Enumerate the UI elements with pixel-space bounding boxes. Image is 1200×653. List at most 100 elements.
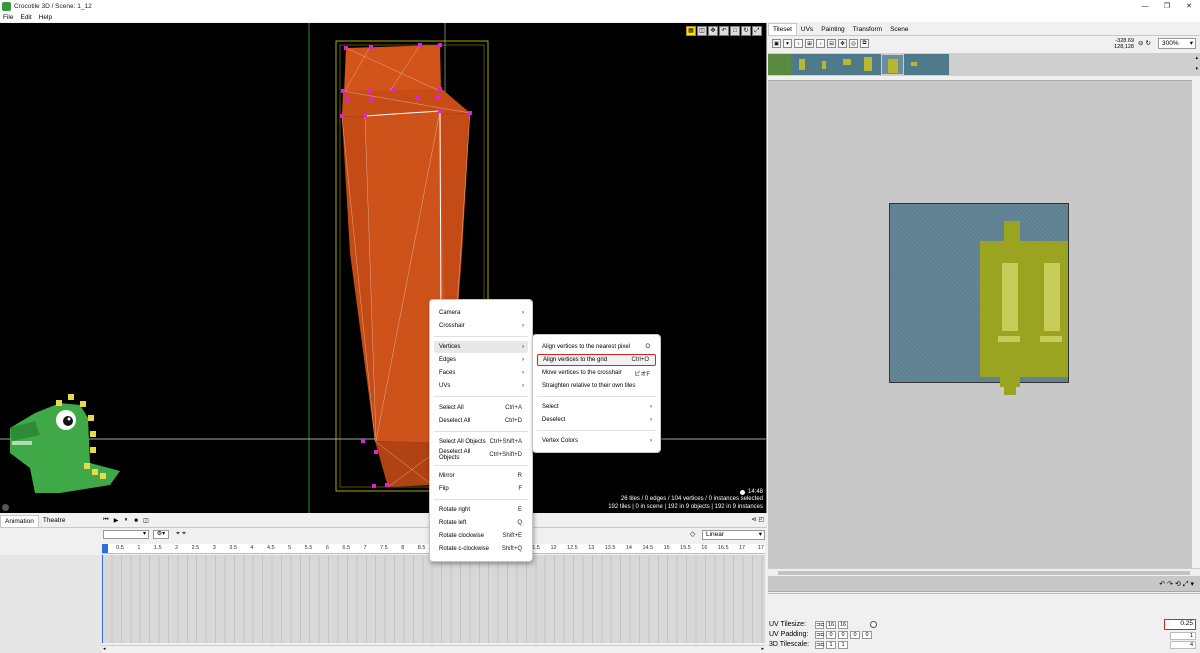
tilescale-y[interactable]: 1	[838, 640, 848, 649]
menu-item-align-nearest-pixel[interactable]: Align vertices to the nearest pixel O	[537, 341, 656, 353]
tile-thumb[interactable]	[791, 54, 814, 75]
fullscreen-icon[interactable]: ⤢	[752, 26, 762, 36]
stop-icon[interactable]: ■	[132, 516, 140, 525]
gear-icon[interactable]: ⚙▾	[153, 530, 169, 539]
scroll-right-icon[interactable]: ▸	[761, 646, 764, 652]
menu-item-uvs[interactable]: UVs ›	[434, 380, 528, 392]
menu-item-flip[interactable]: Flip F	[434, 483, 528, 495]
tileset-thumbnails[interactable]	[768, 54, 949, 75]
link-icon[interactable]: ⊐⊏	[815, 640, 824, 649]
record-icon[interactable]: ⏮	[102, 516, 110, 525]
image-icon[interactable]: ▣	[772, 39, 781, 48]
tab-uvs[interactable]: UVs	[797, 23, 817, 35]
tileset-canvas[interactable]	[768, 80, 1200, 592]
menu-item-vertex-colors[interactable]: Vertex Colors ›	[537, 435, 656, 447]
undo-icon[interactable]: ↶	[719, 26, 729, 36]
menu-item-edges[interactable]: Edges ›	[434, 354, 528, 366]
tab-theatre[interactable]: Theatre	[39, 515, 69, 527]
scroll-left-icon[interactable]: ◂	[103, 646, 106, 652]
tab-painting[interactable]: Painting	[817, 23, 849, 35]
menu-item-crosshair[interactable]: Crosshair ›	[434, 320, 528, 332]
zoom-select[interactable]: 300% ▾	[1158, 38, 1196, 49]
timeline-scrollbar[interactable]: ◂ ▸	[102, 645, 765, 653]
menu-item-camera[interactable]: Camera ›	[434, 307, 528, 319]
tile-thumb[interactable]	[813, 54, 836, 75]
frame-icon[interactable]: ◫	[142, 516, 150, 525]
menu-item-faces[interactable]: Faces ›	[434, 367, 528, 379]
animation-select[interactable]: ▾	[103, 530, 149, 539]
popout-icon[interactable]: ◰	[758, 516, 764, 523]
canvas-hscroll[interactable]	[768, 568, 1200, 576]
strip-scroll-icons[interactable]: ▴ ▾	[1195, 53, 1198, 75]
timeline-grid[interactable]	[102, 555, 765, 643]
menu-edit[interactable]: Edit	[20, 14, 31, 21]
tilescale-x[interactable]: 1	[826, 640, 836, 649]
menu-item-align-to-grid[interactable]: Align vertices to the grid Ctrl+O	[537, 354, 656, 366]
tile-thumb[interactable]	[768, 54, 791, 75]
move-icon[interactable]: ✥	[838, 39, 847, 48]
chevron-down-icon[interactable]: ▾	[783, 39, 792, 48]
grid-icon[interactable]: ⊞	[805, 39, 814, 48]
secondary-input[interactable]: 1	[1170, 632, 1196, 640]
menu-item-vertices[interactable]: Vertices ›	[434, 341, 528, 353]
play-icon[interactable]: ▶	[112, 516, 120, 525]
tile-thumb[interactable]	[858, 54, 881, 75]
uv-tilesize-x[interactable]: 16	[826, 620, 836, 629]
canvas-vscroll[interactable]	[1192, 80, 1200, 568]
menu-item-rotate-right[interactable]: Rotate right E	[434, 504, 528, 516]
uv-padding-1[interactable]: 0	[826, 630, 836, 639]
uv-padding-2[interactable]: 0	[838, 630, 848, 639]
menu-item-select-all-objects[interactable]: Select All Objects Ctrl+Shift+A	[434, 436, 528, 448]
tile-thumb[interactable]	[836, 54, 859, 75]
tile-thumb[interactable]	[904, 54, 927, 75]
minimize-button[interactable]: —	[1134, 0, 1156, 12]
interpolation-select[interactable]: Linear ▾	[702, 530, 765, 540]
tile-thumb[interactable]	[926, 54, 949, 75]
close-button[interactable]: ✕	[1178, 0, 1200, 12]
menu-help[interactable]: Help	[39, 14, 52, 21]
maximize-button[interactable]: ❐	[1156, 0, 1178, 12]
menu-file[interactable]: File	[3, 14, 13, 21]
target-icon[interactable]: ◎	[849, 39, 858, 48]
menu-item-select[interactable]: Select ›	[537, 401, 656, 413]
frame-icon[interactable]: ⊟	[827, 39, 836, 48]
menu-item-select-all[interactable]: Select All Ctrl+A	[434, 402, 528, 414]
box-icon[interactable]: □	[730, 26, 740, 36]
prev-icon[interactable]: ‹	[794, 39, 803, 48]
zoom-icons[interactable]: ⊖↻	[1138, 39, 1153, 47]
uv-padding-3[interactable]: 0	[850, 630, 860, 639]
viewport-corner-handle[interactable]	[2, 504, 9, 511]
menu-item-deselect-all[interactable]: Deselect All Ctrl+D	[434, 415, 528, 427]
canvas-tools[interactable]: ↶↷⟲⤢▾	[1159, 580, 1196, 589]
collapse-icon[interactable]: ⊲	[751, 516, 756, 523]
tileset-strip[interactable]: ▴ ▾	[768, 53, 1200, 76]
tertiary-input[interactable]: 4	[1170, 641, 1196, 649]
camera-icon[interactable]: ◫	[697, 26, 707, 36]
menu-item-rotate-clockwise[interactable]: Rotate clockwise Shift+E	[434, 530, 528, 542]
scale-input[interactable]: ⋮ 0.25	[1164, 619, 1196, 630]
uv-tilesize-radio[interactable]	[870, 621, 877, 628]
move-icon[interactable]: ✥	[708, 26, 718, 36]
menu-item-rotate-left[interactable]: Rotate left Q	[434, 517, 528, 529]
next-icon[interactable]: ›	[816, 39, 825, 48]
menu-item-deselect[interactable]: Deselect ›	[537, 414, 656, 426]
scroll-thumb[interactable]	[778, 571, 1190, 575]
rotate-icon[interactable]: ↻	[741, 26, 751, 36]
link-icon[interactable]: ⊐⊏	[815, 630, 824, 639]
copy-icon[interactable]: ⧉	[860, 39, 869, 48]
menu-item-rotate-c-clockwise[interactable]: Rotate c-clockwise Shift+Q	[434, 543, 528, 555]
tab-transform[interactable]: Transform	[849, 23, 886, 35]
target-icons[interactable]: ⌖⌖	[176, 530, 188, 538]
tab-tileset[interactable]: Tileset	[768, 23, 797, 35]
uv-padding-4[interactable]: 0	[862, 630, 872, 639]
menu-item-deselect-all-objects[interactable]: Deselect All Objects Ctrl+Shift+D	[434, 449, 528, 461]
menu-item-mirror[interactable]: Mirror R	[434, 470, 528, 482]
grid-toggle-icon[interactable]: ▦	[686, 26, 696, 36]
tab-scene[interactable]: Scene	[886, 23, 912, 35]
pause-icon[interactable]: ⏸	[122, 516, 130, 525]
menu-item-move-to-crosshair[interactable]: Move vertices to the crosshair ピオF	[537, 367, 656, 379]
tab-animation[interactable]: Animation	[0, 514, 39, 527]
uv-tilesize-y[interactable]: 16	[838, 620, 848, 629]
tile-thumb-selected[interactable]	[880, 54, 904, 75]
timeline-cursor[interactable]	[102, 544, 108, 553]
